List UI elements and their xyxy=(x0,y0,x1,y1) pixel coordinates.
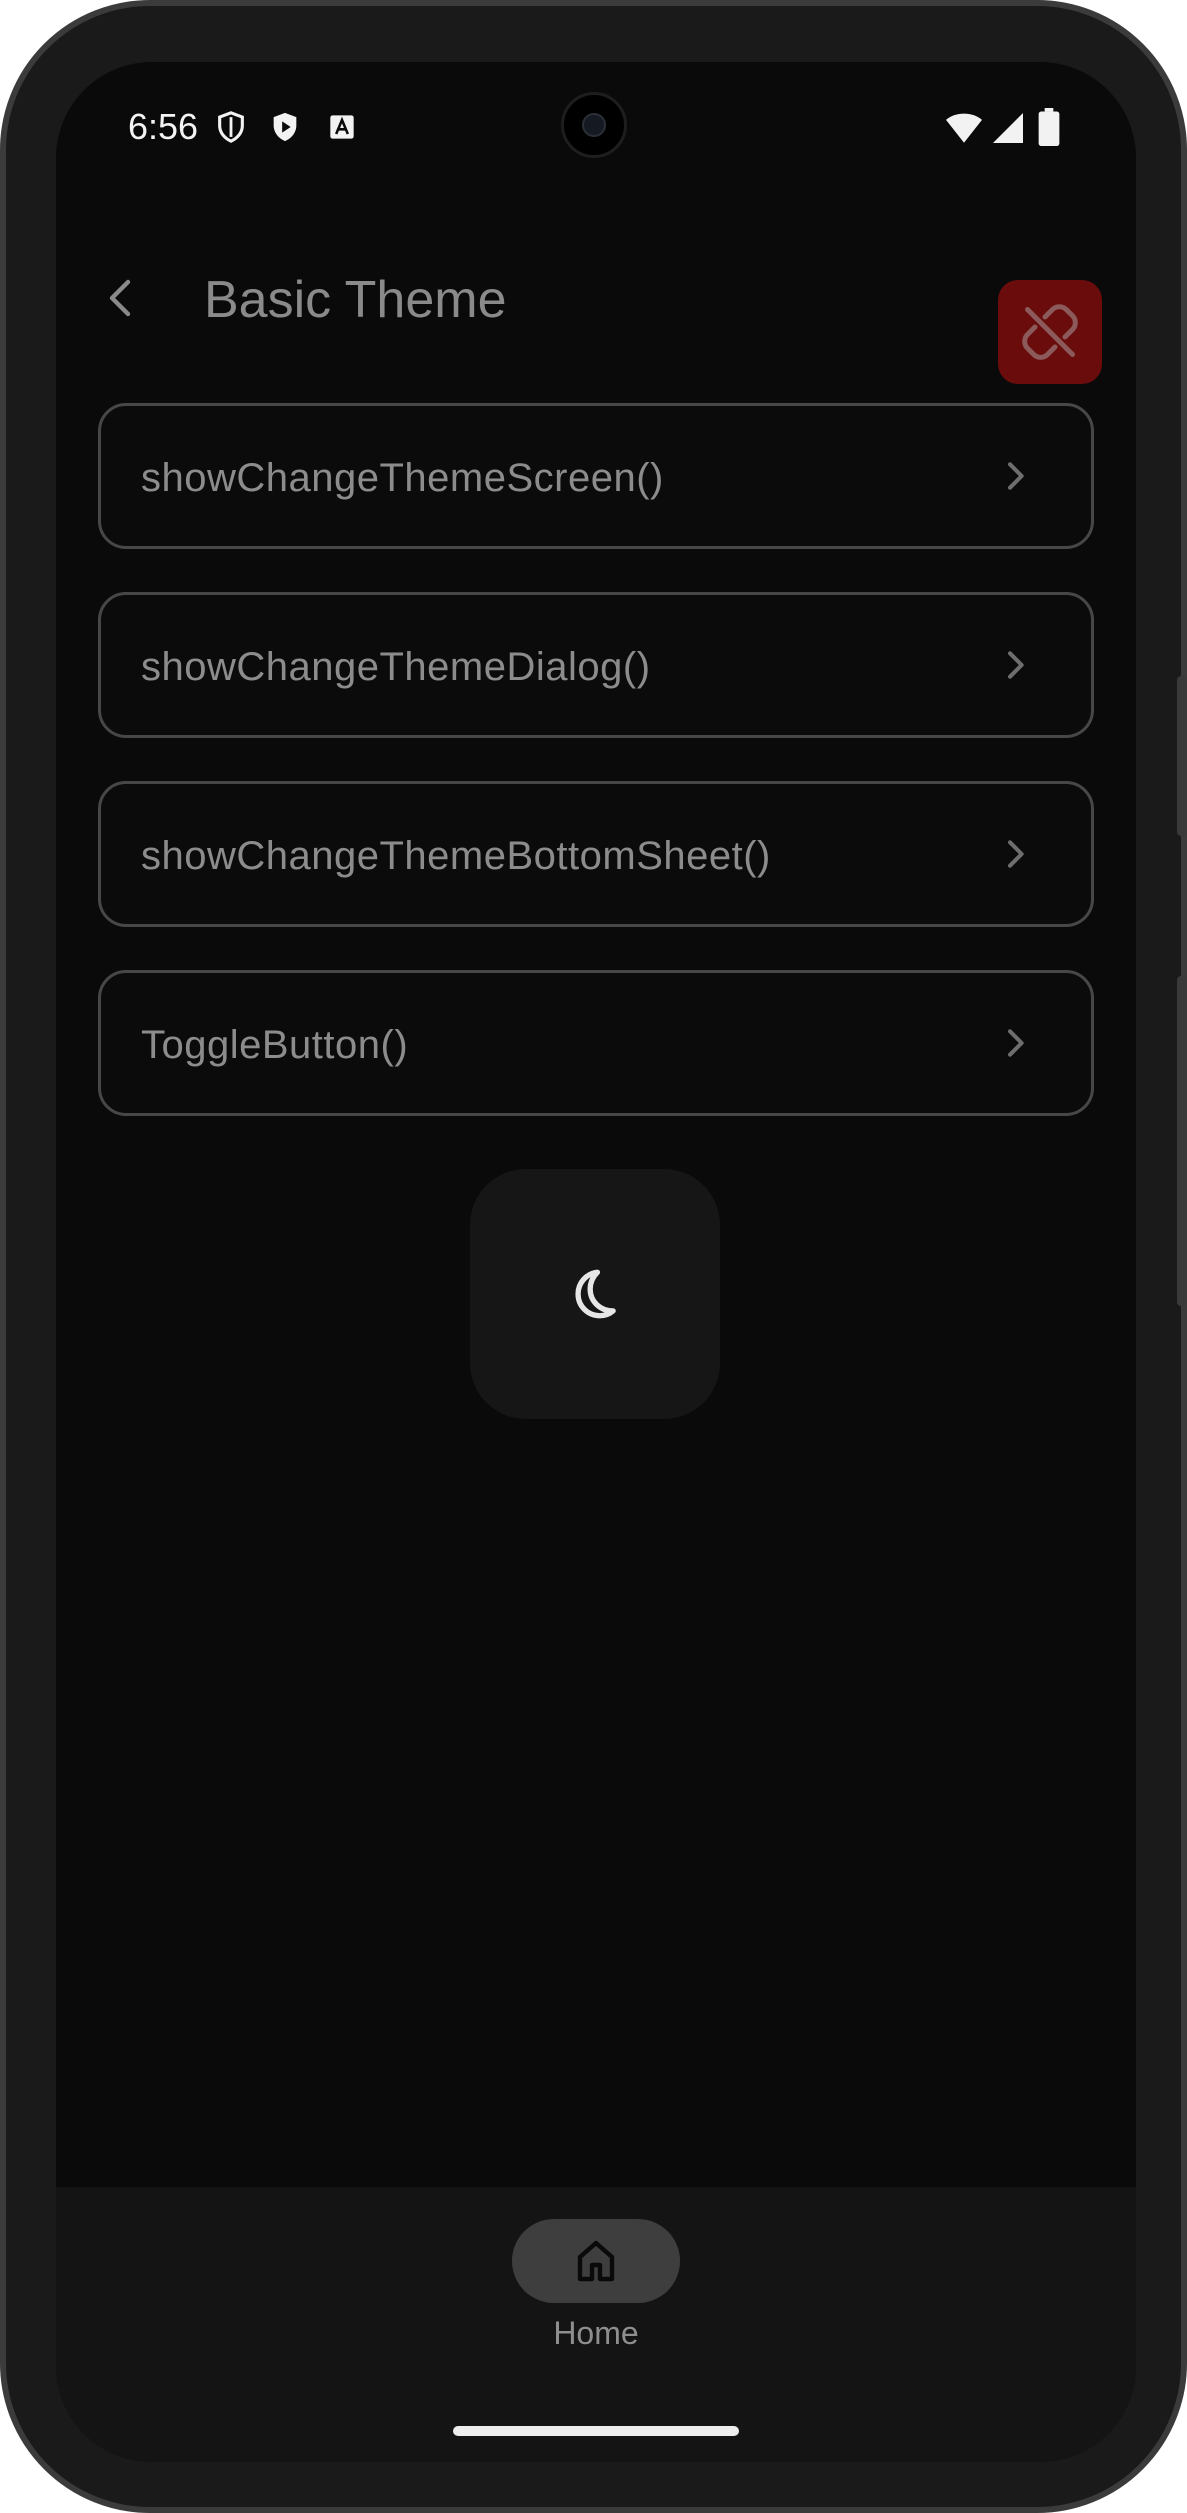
link-off-button[interactable] xyxy=(998,280,1102,384)
list-item-label: showChangeThemeBottomSheet() xyxy=(141,834,771,878)
power-button xyxy=(1177,676,1187,836)
gesture-navigation-bar[interactable] xyxy=(453,2426,739,2436)
back-button[interactable] xyxy=(84,260,160,336)
front-camera xyxy=(561,92,627,158)
list-item-show-change-theme-bottom-sheet[interactable]: showChangeThemeBottomSheet() xyxy=(98,781,1094,927)
phone-frame: 6:56 Basic Theme showChangeThemeScreen()… xyxy=(0,0,1187,2513)
chevron-right-icon xyxy=(1008,651,1024,679)
status-time: 6:56 xyxy=(128,106,199,147)
screen: 6:56 Basic Theme showChangeThemeScreen()… xyxy=(56,62,1136,2462)
vpn-shield-icon xyxy=(218,111,244,143)
page-title: Basic Theme xyxy=(204,271,507,329)
wifi-icon xyxy=(946,113,982,143)
bottom-navigation: Home xyxy=(56,2187,1136,2462)
arrow-back-icon xyxy=(109,279,131,317)
chevron-right-icon xyxy=(1008,462,1024,490)
chevron-right-icon xyxy=(1008,1029,1024,1057)
list-item-show-change-theme-dialog[interactable]: showChangeThemeDialog() xyxy=(98,592,1094,738)
theme-toggle-button[interactable] xyxy=(470,1169,720,1419)
list-item-label: ToggleButton() xyxy=(141,1023,409,1067)
chevron-right-icon xyxy=(1008,840,1024,868)
cellular-signal-icon xyxy=(993,113,1023,143)
nav-item-home[interactable] xyxy=(512,2219,680,2303)
status-bar: 6:56 xyxy=(56,62,1136,192)
app-bar: Basic Theme xyxy=(56,232,1136,384)
battery-icon xyxy=(1038,108,1060,146)
list-item-show-change-theme-screen[interactable]: showChangeThemeScreen() xyxy=(98,403,1094,549)
nav-item-home-label: Home xyxy=(553,2315,639,2351)
volume-button xyxy=(1177,976,1187,1306)
home-icon xyxy=(577,2240,615,2282)
list-item-toggle-button[interactable]: ToggleButton() xyxy=(98,970,1094,1116)
link-off-icon xyxy=(1022,304,1078,360)
list-item-label: showChangeThemeDialog() xyxy=(141,645,651,689)
theme-options-list: showChangeThemeScreen() showChangeThemeD… xyxy=(98,403,1094,1159)
list-item-label: showChangeThemeScreen() xyxy=(141,456,664,500)
accessibility-a-icon xyxy=(330,115,354,139)
play-protect-icon xyxy=(273,112,297,142)
moon-icon xyxy=(575,1269,616,1319)
